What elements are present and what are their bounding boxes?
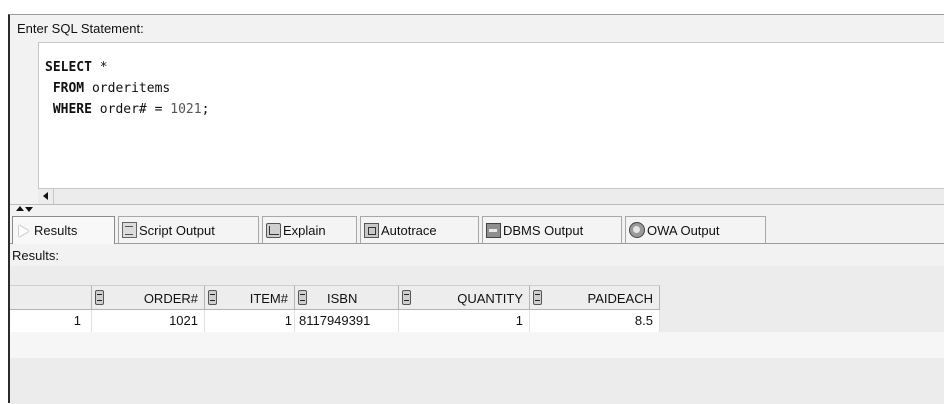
sql-line-1: SELECT * [45, 60, 108, 75]
expand-up-icon[interactable] [16, 206, 24, 211]
sql-statement-label: Enter SQL Statement: [17, 21, 144, 36]
sort-icon[interactable] [533, 290, 542, 305]
tab-autotrace[interactable]: Autotrace [360, 216, 479, 243]
tab-explain[interactable]: Explain [262, 216, 357, 243]
sort-icon[interactable] [208, 290, 217, 305]
column-header-quantity[interactable]: QUANTITY [399, 285, 530, 310]
sql-code: SELECT * FROM orderitems WHERE order# = … [45, 57, 209, 120]
column-header-order[interactable]: ORDER# [92, 285, 205, 310]
autotrace-icon [364, 222, 379, 238]
sql-editor[interactable]: SELECT * FROM orderitems WHERE order# = … [38, 42, 944, 188]
explain-icon [266, 222, 281, 238]
output-tabs: Results Script Output Explain Autotrace … [10, 216, 944, 244]
row-number: 1 [10, 310, 92, 332]
collapse-down-icon[interactable] [25, 207, 33, 212]
empty-grid-area [10, 332, 944, 358]
sql-line-3: WHERE order# = 1021; [52, 102, 210, 117]
tab-script-output[interactable]: Script Output [118, 216, 259, 243]
dbms-icon [486, 222, 501, 238]
column-header-paideach[interactable]: PAIDEACH [530, 285, 660, 310]
results-label: Results: [12, 248, 59, 263]
pane-splitter[interactable] [10, 204, 944, 214]
sort-icon[interactable] [298, 290, 307, 305]
column-header-item[interactable]: ITEM# [205, 285, 295, 310]
owa-icon [629, 222, 645, 238]
tab-owa-output[interactable]: OWA Output [625, 216, 766, 243]
cell-paideach[interactable]: 8.5 [530, 310, 660, 332]
script-icon [122, 222, 137, 238]
sql-line-2: FROM orderitems [52, 81, 171, 96]
editor-horizontal-scrollbar[interactable] [38, 188, 944, 204]
sort-icon[interactable] [402, 290, 411, 305]
sql-worksheet: Enter SQL Statement: SELECT * FROM order… [8, 14, 944, 404]
cell-quantity[interactable]: 1 [399, 310, 530, 332]
row-number-header [10, 285, 92, 310]
scroll-left-icon[interactable] [38, 189, 54, 204]
play-icon [16, 223, 32, 239]
tab-results[interactable]: Results [12, 216, 115, 244]
column-header-isbn[interactable]: ISBN [295, 285, 399, 310]
sort-icon[interactable] [95, 290, 104, 305]
cell-isbn[interactable]: 8117949391 [295, 310, 399, 332]
tab-dbms-output[interactable]: DBMS Output [482, 216, 622, 243]
cell-item[interactable]: 1 [205, 310, 295, 332]
cell-order[interactable]: 1021 [92, 310, 205, 332]
